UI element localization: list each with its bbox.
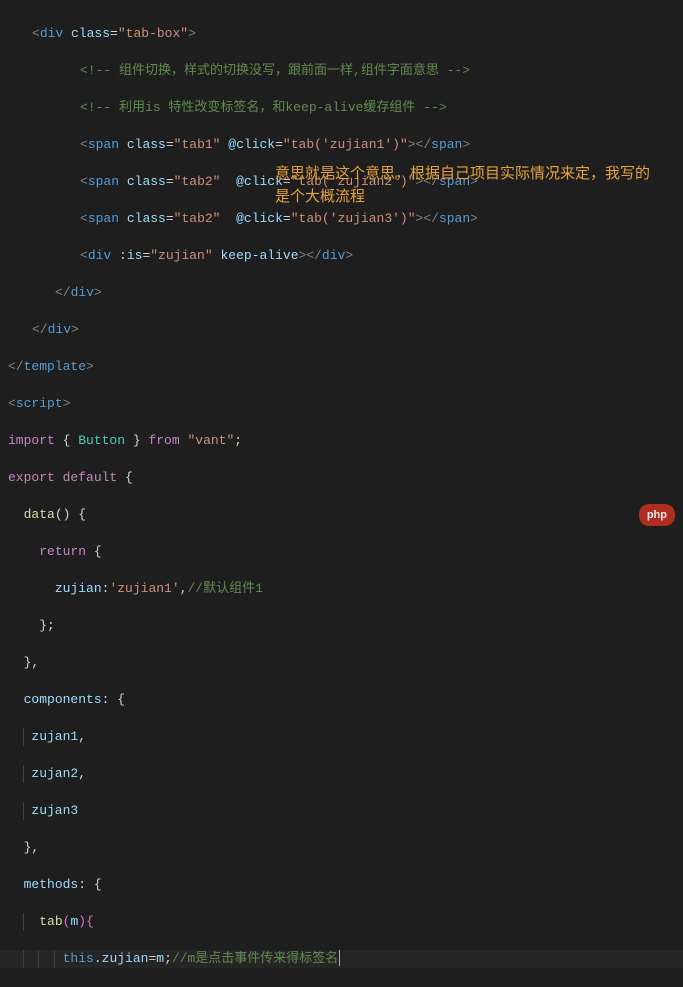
code-line: data() { [0, 506, 683, 525]
code-line: <span class="tab1" @click="tab('zujian1'… [0, 136, 683, 155]
code-line: methods: { [0, 876, 683, 895]
code-line: </template> [0, 358, 683, 377]
code-line: <div :is="zujian" keep-alive></div> [0, 247, 683, 266]
code-line: zujan3 [0, 802, 683, 821]
code-line: }; [0, 617, 683, 636]
code-line: <!-- 组件切换，样式的切换没写，跟前面一样,组件字面意思 --> [0, 62, 683, 81]
code-editor[interactable]: <div class="tab-box"> <!-- 组件切换，样式的切换没写，… [0, 0, 683, 987]
code-line: </div> [0, 321, 683, 340]
code-line: <span class="tab2" @click="tab('zujian3'… [0, 210, 683, 229]
text-cursor [339, 950, 340, 966]
code-line: export default { [0, 469, 683, 488]
code-line-active: this.zujian=m;//m是点击事件传来得标签名 [0, 950, 683, 969]
code-line: <!-- 利用is 特性改变标签名，和keep-alive缓存组件 --> [0, 99, 683, 118]
code-line: tab(m){ [0, 913, 683, 932]
code-line: zujian:'zujian1',//默认组件1 [0, 580, 683, 599]
code-line: zujan2, [0, 765, 683, 784]
code-line: components: { [0, 691, 683, 710]
code-line: zujan1, [0, 728, 683, 747]
code-line: <div class="tab-box"> [0, 25, 683, 44]
code-line: }, [0, 839, 683, 858]
code-line: </div> [0, 284, 683, 303]
php-logo-badge: php [639, 504, 675, 527]
code-line: return { [0, 543, 683, 562]
code-line: <script> [0, 395, 683, 414]
annotation-text: 意思就是这个意思，根据自己项目实际情况来定，我写的是个大概流程 [275, 163, 655, 208]
code-line: }, [0, 654, 683, 673]
code-line: import { Button } from "vant"; [0, 432, 683, 451]
